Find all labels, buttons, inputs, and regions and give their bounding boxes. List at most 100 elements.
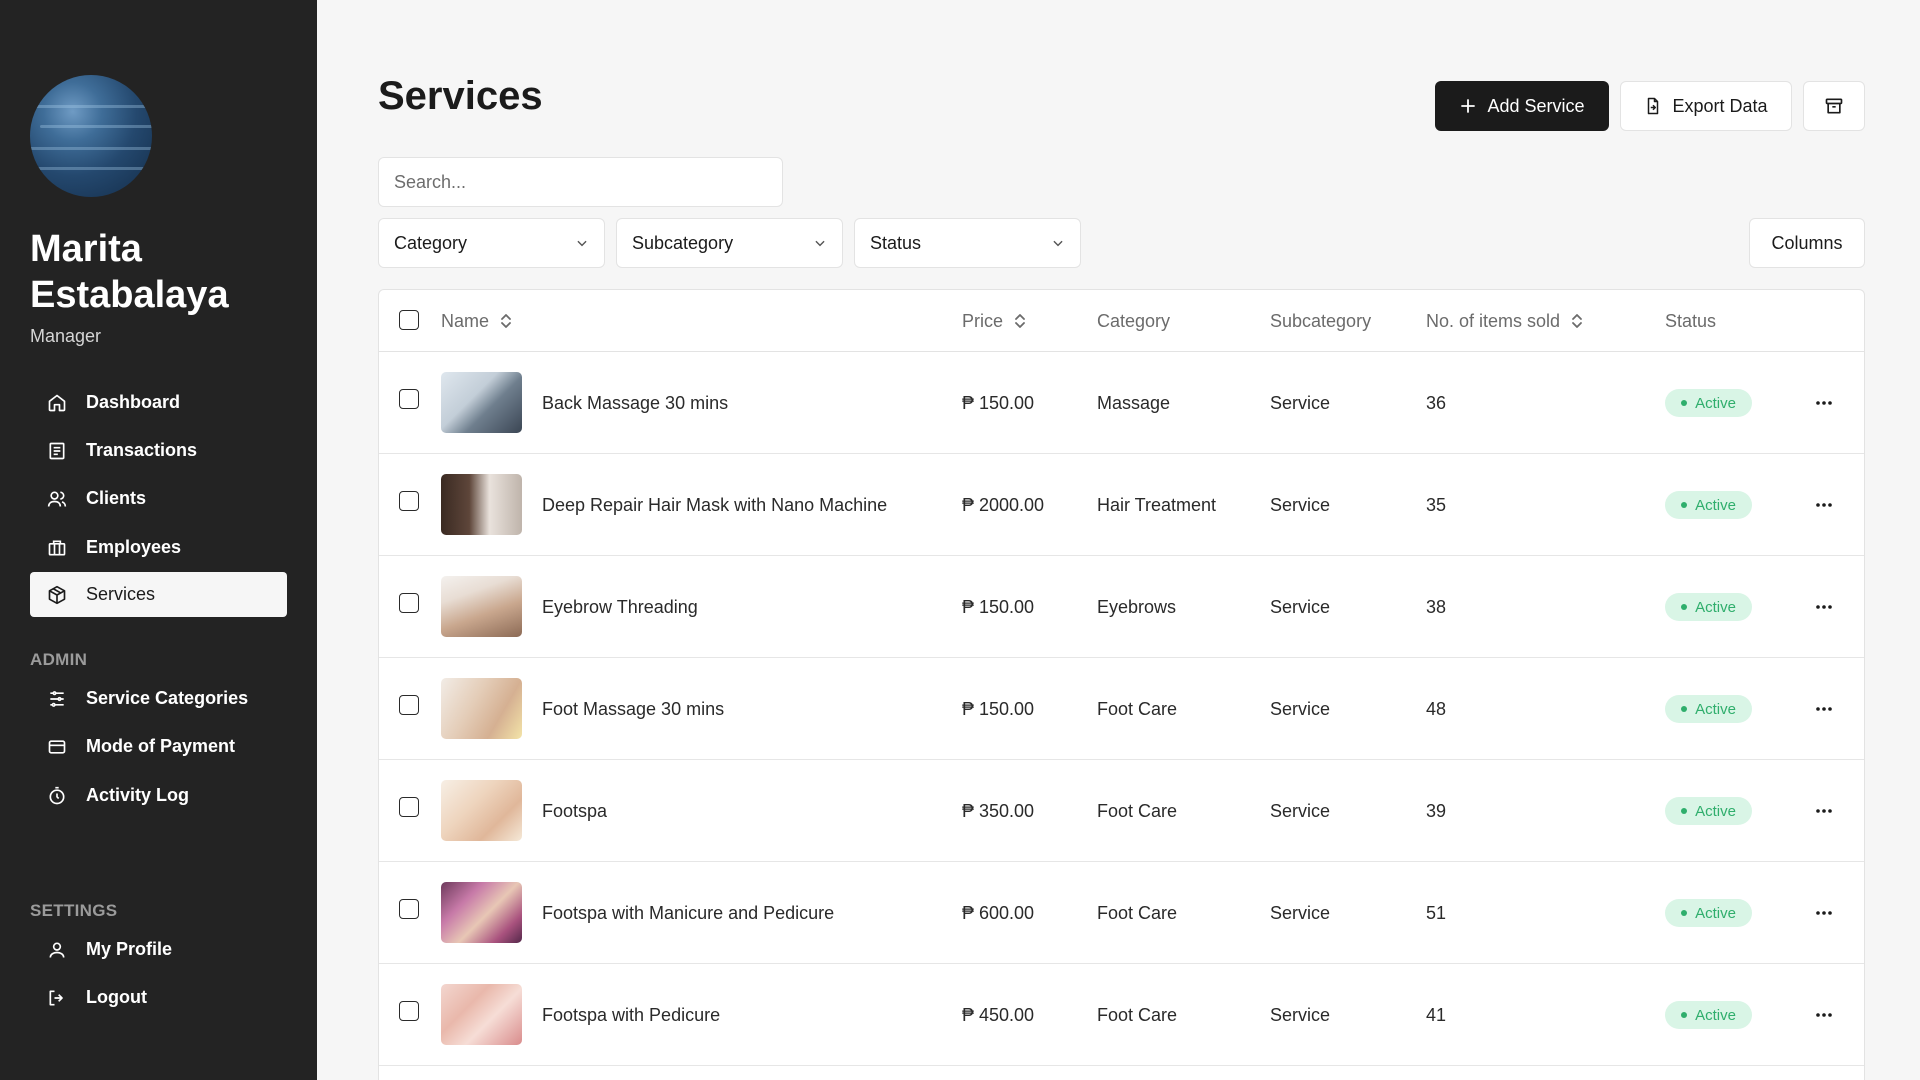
columns-button[interactable]: Columns <box>1749 218 1865 268</box>
add-service-label: Add Service <box>1487 95 1585 116</box>
service-subcategory: Service <box>1270 596 1331 617</box>
sidebar-item-clients[interactable]: Clients <box>30 476 287 521</box>
row-checkbox[interactable] <box>399 899 419 919</box>
more-actions-button[interactable] <box>1809 1002 1839 1028</box>
service-name: Footspa with Manicure and Pedicure <box>542 902 835 923</box>
sidebar-item-label: My Profile <box>86 939 173 959</box>
sidebar-item-mode-of-payment[interactable]: Mode of Payment <box>30 724 287 769</box>
sidebar-item-services[interactable]: Services <box>30 572 287 617</box>
credit-card-icon <box>44 734 70 760</box>
sidebar-item-my-profile[interactable]: My Profile <box>30 927 287 972</box>
search-input[interactable] <box>378 157 783 207</box>
sidebar-item-label: Transactions <box>86 440 198 460</box>
more-actions-button[interactable] <box>1809 696 1839 722</box>
subcategory-filter[interactable]: Subcategory <box>616 218 843 268</box>
service-subcategory: Service <box>1270 494 1331 515</box>
service-subcategory: Service <box>1270 902 1331 923</box>
more-actions-button[interactable] <box>1809 390 1839 416</box>
service-category: Foot Care <box>1097 698 1178 719</box>
category-filter[interactable]: Category <box>378 218 605 268</box>
status-badge: Active <box>1665 491 1752 519</box>
sidebar-item-label: Activity Log <box>86 785 190 805</box>
logout-icon <box>44 985 70 1011</box>
service-thumbnail <box>441 474 522 535</box>
service-price: ₱ 450.00 <box>962 1004 1035 1025</box>
columns-label: Columns <box>1771 232 1843 253</box>
column-header-name-label: Name <box>441 310 490 331</box>
more-actions-button[interactable] <box>1809 900 1839 926</box>
services-table: Name Price Category Subcategory No. of i… <box>378 289 1865 1080</box>
sidebar-item-activity-log[interactable]: Activity Log <box>30 773 287 818</box>
sidebar-item-label: Logout <box>86 987 147 1007</box>
status-badge-label: Active <box>1695 496 1736 514</box>
service-thumbnail <box>441 780 522 841</box>
user-name: Marita Estabalaya <box>30 228 229 316</box>
plus-icon <box>1459 97 1477 115</box>
file-export-icon <box>1644 96 1662 116</box>
service-price: ₱ 150.00 <box>962 596 1035 617</box>
service-thumbnail <box>441 576 522 637</box>
status-badge-label: Active <box>1695 598 1736 616</box>
service-thumbnail <box>441 984 522 1045</box>
package-icon <box>44 582 70 608</box>
status-filter[interactable]: Status <box>854 218 1081 268</box>
service-category: Foot Care <box>1097 902 1178 923</box>
chevron-down-icon <box>1051 236 1065 250</box>
table-row[interactable]: Footspa ₱ 350.00 Foot Care Service 39 Ac… <box>379 760 1864 862</box>
sidebar-item-label: Services <box>86 584 156 604</box>
sidebar-item-label: Employees <box>86 537 182 557</box>
row-checkbox[interactable] <box>399 695 419 715</box>
table-row[interactable]: Footspa with Manicure and Pedicure ₱ 600… <box>379 862 1864 964</box>
avatar[interactable] <box>30 75 152 197</box>
row-checkbox[interactable] <box>399 491 419 511</box>
select-all-checkbox[interactable] <box>399 310 419 330</box>
table-row[interactable]: Foot Massage 30 mins ₱ 150.00 Foot Care … <box>379 658 1864 760</box>
column-header-items-sold-label: No. of items sold <box>1426 310 1561 331</box>
add-service-button[interactable]: Add Service <box>1435 81 1609 131</box>
column-header-category-label: Category <box>1097 310 1171 331</box>
column-header-price[interactable]: Price <box>962 290 1027 352</box>
service-thumbnail <box>441 678 522 739</box>
sidebar-item-dashboard[interactable]: Dashboard <box>30 380 287 425</box>
service-subcategory: Service <box>1270 698 1331 719</box>
column-header-name[interactable]: Name <box>441 290 513 352</box>
sidebar-item-employees[interactable]: Employees <box>30 525 287 570</box>
sidebar-item-transactions[interactable]: Transactions <box>30 428 287 473</box>
row-checkbox[interactable] <box>399 797 419 817</box>
more-horizontal-icon <box>1816 1013 1832 1017</box>
column-header-category: Category <box>1097 290 1170 352</box>
user-role: Manager <box>30 326 102 346</box>
row-checkbox[interactable] <box>399 593 419 613</box>
sidebar-item-service-categories[interactable]: Service Categories <box>30 676 287 721</box>
home-icon <box>44 390 70 416</box>
table-row[interactable]: Back Massage 30 mins ₱ 150.00 Massage Se… <box>379 352 1864 454</box>
row-checkbox[interactable] <box>399 389 419 409</box>
table-row[interactable]: Eyebrow Threading ₱ 150.00 Eyebrows Serv… <box>379 556 1864 658</box>
table-row[interactable]: Deep Repair Hair Mask with Nano Machine … <box>379 454 1864 556</box>
status-badge: Active <box>1665 797 1752 825</box>
sort-icon <box>1013 312 1027 330</box>
service-name: Foot Massage 30 mins <box>542 698 725 719</box>
row-checkbox[interactable] <box>399 1001 419 1021</box>
sidebar-item-logout[interactable]: Logout <box>30 975 287 1020</box>
more-horizontal-icon <box>1816 911 1832 915</box>
sidebar-item-label: Mode of Payment <box>86 736 236 756</box>
sidebar-item-label: Dashboard <box>86 392 181 412</box>
more-actions-button[interactable] <box>1809 492 1839 518</box>
service-name: Footspa with Pedicure <box>542 1004 721 1025</box>
service-thumbnail <box>441 882 522 943</box>
column-header-subcategory: Subcategory <box>1270 290 1371 352</box>
service-items-sold: 41 <box>1426 1004 1447 1025</box>
archive-icon <box>1824 96 1844 116</box>
timer-icon <box>44 783 70 809</box>
settings-section-label: SETTINGS <box>30 901 118 920</box>
table-row[interactable]: Footspa with Pedicure ₱ 450.00 Foot Care… <box>379 964 1864 1066</box>
more-actions-button[interactable] <box>1809 798 1839 824</box>
column-header-items-sold[interactable]: No. of items sold <box>1426 290 1584 352</box>
service-category: Massage <box>1097 392 1171 413</box>
more-actions-button[interactable] <box>1809 594 1839 620</box>
archive-button[interactable] <box>1803 81 1865 131</box>
service-price: ₱ 350.00 <box>962 800 1035 821</box>
briefcase-icon <box>44 535 70 561</box>
export-data-button[interactable]: Export Data <box>1620 81 1792 131</box>
